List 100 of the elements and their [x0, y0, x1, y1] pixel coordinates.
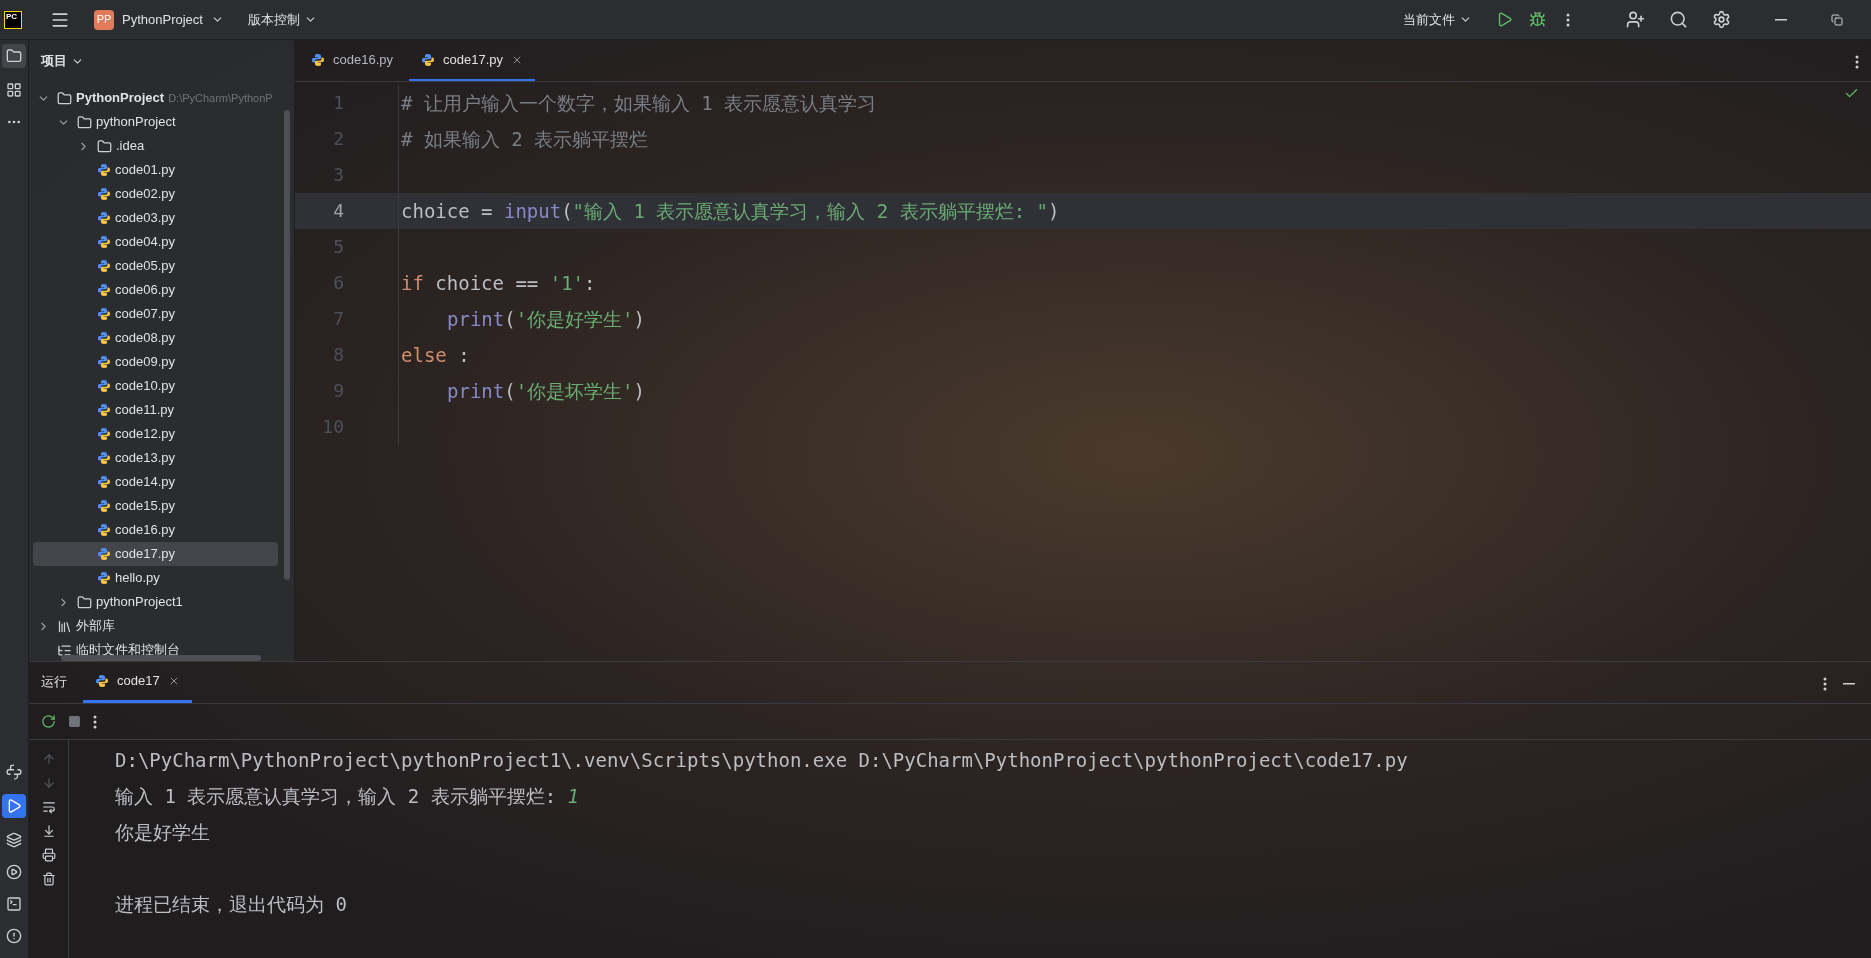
print-button[interactable]	[41, 848, 56, 862]
console-line: 进程已结束，退出代码为 0	[115, 893, 347, 915]
code-line: # 如果输入 2 表示躺平摆烂	[401, 127, 649, 152]
library-icon	[57, 618, 72, 634]
search-icon	[1669, 10, 1688, 29]
trash-icon	[41, 872, 56, 886]
add-user-icon	[1626, 10, 1645, 29]
services-tool-button[interactable]	[4, 862, 24, 882]
tree-label: code16.py	[115, 521, 175, 540]
project-switcher[interactable]: PP PythonProject	[94, 9, 224, 30]
vcs-dropdown[interactable]: 版本控制	[247, 9, 317, 30]
arrow-down-icon	[41, 776, 56, 790]
tree-item[interactable]: code08.py	[33, 326, 278, 350]
tree-label: code14.py	[115, 473, 175, 492]
run-panel-menu-button[interactable]	[1823, 677, 1827, 691]
line-number: 4	[333, 199, 344, 223]
scrollbar[interactable]	[284, 110, 290, 580]
folder-icon	[57, 90, 72, 106]
code-line: else :	[401, 343, 470, 368]
editor-tab[interactable]: code17.py	[409, 40, 535, 81]
minimize-icon	[1843, 683, 1855, 685]
tree-item[interactable]: code05.py	[33, 254, 278, 278]
python-file-icon	[421, 52, 435, 67]
stop-button[interactable]	[68, 715, 81, 728]
project-tool-button[interactable]	[2, 44, 26, 68]
line-number: 7	[333, 307, 344, 331]
rerun-button[interactable]	[41, 714, 56, 729]
tree-item[interactable]: .idea	[33, 134, 278, 158]
folder-icon	[97, 138, 112, 154]
tree-item[interactable]: code04.py	[33, 230, 278, 254]
tree-item[interactable]: pythonProject1	[33, 590, 278, 614]
tree-item[interactable]: code12.py	[33, 422, 278, 446]
tree-item[interactable]: code16.py	[33, 518, 278, 542]
tree-item[interactable]: code02.py	[33, 182, 278, 206]
tree-item[interactable]: code01.py	[33, 158, 278, 182]
tree-item[interactable]: PythonProject D:\PyCharm\PythonP	[33, 86, 278, 110]
tree-item[interactable]: hello.py	[33, 566, 278, 590]
line-number: 2	[333, 127, 344, 151]
line-number: 1	[333, 91, 344, 115]
tree-item[interactable]: code11.py	[33, 398, 278, 422]
run-tool-button[interactable]	[2, 794, 26, 818]
tree-label: code08.py	[115, 329, 175, 348]
code-line: # 让用户输入一个数字，如果输入 1 表示愿意认真学习	[401, 91, 877, 116]
tree-item[interactable]: 外部库	[33, 614, 278, 638]
rerun-icon	[41, 714, 56, 729]
more-button[interactable]	[93, 714, 97, 729]
soft-wrap-button[interactable]	[41, 800, 56, 814]
tree-item[interactable]: code10.py	[33, 374, 278, 398]
tree-item[interactable]: code03.py	[33, 206, 278, 230]
play-circle-icon	[6, 864, 22, 880]
tree-item[interactable]: pythonProject	[33, 110, 278, 134]
tree-label: PythonProject	[76, 89, 165, 108]
python-file-icon	[97, 235, 111, 249]
folder-icon	[6, 48, 22, 64]
printer-icon	[41, 848, 56, 862]
tabs-menu-button[interactable]	[1855, 55, 1859, 69]
tree-item[interactable]: code06.py	[33, 278, 278, 302]
tree-label: code06.py	[115, 281, 175, 300]
code-line: print('你是好学生')	[447, 307, 645, 332]
code-line: choice = input("输入 1 表示愿意认真学习，输入 2 表示躺平摆烂: ")	[401, 199, 1060, 224]
python-file-icon	[97, 283, 111, 297]
terminal-tool-button[interactable]	[4, 894, 24, 914]
run-tab[interactable]: code17	[83, 662, 192, 703]
tree-label: code05.py	[115, 257, 175, 276]
more-icon	[1855, 55, 1859, 69]
python-file-icon	[97, 451, 111, 465]
bug-icon	[1529, 11, 1546, 28]
python-file-icon	[97, 499, 111, 513]
tree-item[interactable]: 临时文件和控制台	[33, 638, 278, 661]
tree-label: pythonProject	[96, 113, 176, 132]
structure-tool-button[interactable]	[4, 80, 24, 100]
project-panel-title[interactable]: 项目	[41, 51, 84, 71]
tree-label: 临时文件和控制台	[76, 641, 180, 660]
run-config-dropdown[interactable]: 当前文件	[1403, 9, 1472, 30]
tree-label: code09.py	[115, 353, 175, 372]
python-file-icon	[97, 211, 111, 225]
tree-item[interactable]: code09.py	[33, 350, 278, 374]
tree-item[interactable]: code13.py	[33, 446, 278, 470]
tree-label: code02.py	[115, 185, 175, 204]
tree-item[interactable]: code07.py	[33, 302, 278, 326]
python-file-icon	[97, 475, 111, 489]
editor-tab[interactable]: code16.py	[299, 40, 405, 81]
tree-item[interactable]: code15.py	[33, 494, 278, 518]
minimize-icon	[1775, 18, 1787, 21]
python-file-icon	[311, 52, 325, 67]
terminal-icon	[6, 896, 22, 912]
clear-button[interactable]	[41, 872, 56, 886]
tree-label: 外部库	[76, 617, 115, 636]
python-file-icon	[97, 163, 111, 177]
python-console-button[interactable]	[4, 762, 24, 782]
layers-icon	[6, 832, 22, 848]
scroll-to-end-button[interactable]	[41, 824, 56, 838]
problems-tool-button[interactable]	[4, 926, 24, 946]
tree-item[interactable]: code14.py	[33, 470, 278, 494]
scrollbar[interactable]	[61, 655, 261, 661]
layers-tool-button[interactable]	[4, 830, 24, 850]
tree-item[interactable]: code17.py	[33, 542, 278, 566]
folder-icon	[77, 594, 92, 610]
console-line: 你是好学生	[115, 821, 210, 843]
app-logo[interactable]: PC	[4, 10, 22, 29]
